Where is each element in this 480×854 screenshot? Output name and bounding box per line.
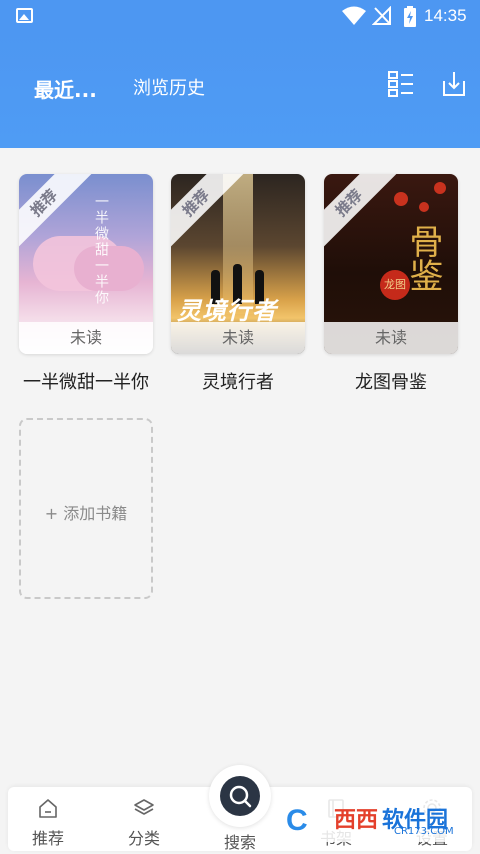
download-icon[interactable] (441, 71, 467, 97)
book-title[interactable]: 灵境行者 (171, 368, 305, 394)
book-item[interactable]: 骨鉴 龙图 推荐 未读 龙图骨鉴 (324, 174, 458, 394)
battery-charging-icon (404, 6, 416, 27)
signal-icon (372, 6, 391, 25)
app-header: 最近... 浏览历史 (0, 32, 480, 148)
nav-category-label: 分类 (127, 829, 160, 848)
book-title[interactable]: 一半微甜一半你 (19, 368, 153, 394)
nav-category[interactable]: 分类 (114, 797, 174, 849)
status-bar: 14:35 (0, 0, 480, 32)
wifi-icon (342, 6, 366, 25)
search-fab-inner (220, 776, 260, 816)
cover-title: 一半微甜一半你 (93, 194, 109, 306)
layers-icon (134, 799, 154, 815)
cover-art (419, 202, 429, 212)
recommend-ribbon: 推荐 (324, 174, 398, 252)
book-title[interactable]: 龙图骨鉴 (324, 368, 458, 394)
watermark-mark: C (286, 804, 308, 837)
search-fab-button[interactable] (209, 765, 271, 827)
gallery-notification-icon (16, 8, 33, 23)
cover-art (394, 192, 408, 206)
book-cover[interactable]: 一半微甜一半你 推荐 未读 (19, 174, 153, 354)
book-cover[interactable]: 灵境行者 推荐 未读 (171, 174, 305, 354)
add-book-button[interactable]: + 添加书籍 (19, 418, 153, 599)
watermark-domain: CR173.COM (394, 826, 454, 837)
book-item[interactable]: 一半微甜一半你 推荐 未读 一半微甜一半你 (19, 174, 153, 394)
list-view-icon[interactable] (388, 71, 414, 97)
read-status: 未读 (19, 322, 153, 354)
add-book-label: + 添加书籍 (44, 504, 128, 523)
cover-title: 灵境行者 (177, 297, 277, 325)
search-icon (229, 785, 252, 808)
home-icon (39, 799, 57, 818)
watermark-logo: C 西西 软件园 CR173.COM (282, 798, 462, 842)
tab-recent[interactable]: 最近... (34, 74, 97, 103)
read-status: 未读 (171, 322, 305, 354)
status-time: 14:35 (424, 6, 467, 25)
cover-art (434, 182, 446, 194)
book-cover[interactable]: 骨鉴 龙图 推荐 未读 (324, 174, 458, 354)
book-item[interactable]: 灵境行者 推荐 未读 灵境行者 (171, 174, 305, 394)
watermark-brand: 西西 (334, 808, 379, 833)
nav-search-label[interactable]: 搜索 (210, 829, 270, 853)
read-status: 未读 (324, 322, 458, 354)
nav-recommend-label: 推荐 (31, 829, 64, 848)
nav-recommend[interactable]: 推荐 (18, 797, 78, 849)
cover-badge: 龙图 (380, 270, 410, 300)
tab-browse-history[interactable]: 浏览历史 (133, 74, 205, 100)
